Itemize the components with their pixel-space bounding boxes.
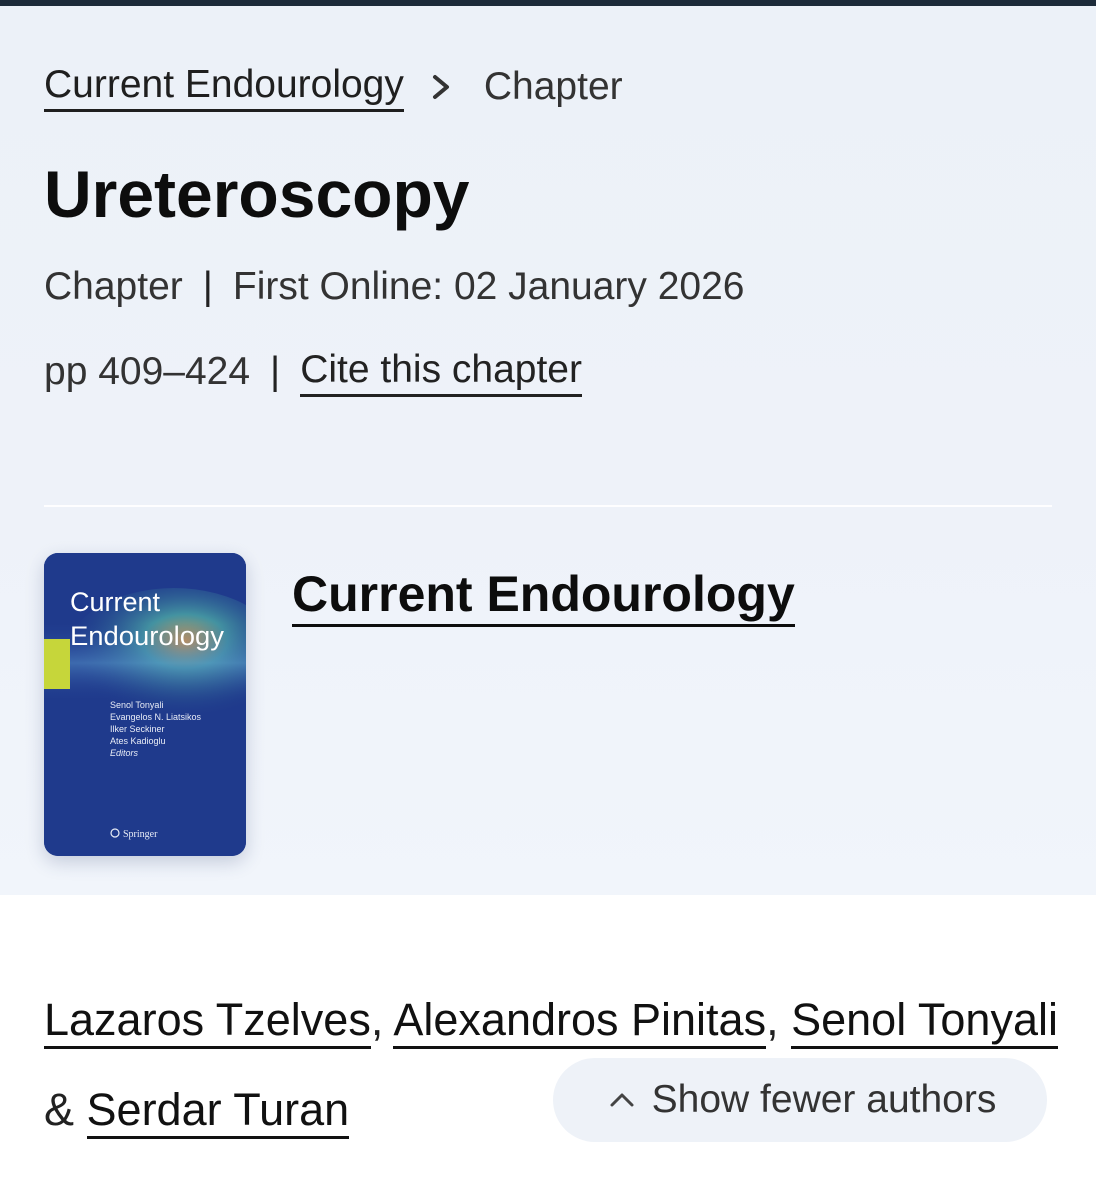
chevron-up-icon	[610, 1093, 634, 1107]
page-range: pp 409–424	[44, 350, 251, 393]
chapter-meta: Chapter | First Online: 02 January 2026	[44, 262, 745, 312]
show-fewer-authors-button[interactable]: Show fewer authors	[553, 1058, 1047, 1142]
chapter-pages-row: pp 409–424 | Cite this chapter	[44, 347, 582, 397]
book-title-link[interactable]: Current Endourology	[292, 566, 795, 627]
breadcrumb-current: Chapter	[483, 65, 623, 108]
author-comma: ,	[766, 994, 779, 1045]
cover-editor-4: Ates Kadioglu	[110, 736, 166, 746]
cite-chapter-link[interactable]: Cite this chapter	[300, 348, 582, 397]
cover-title-line2: Endourology	[70, 621, 224, 651]
author-link[interactable]: Alexandros Pinitas	[393, 994, 767, 1049]
cover-editor-2: Evangelos N. Liatsikos	[110, 712, 202, 722]
author-comma: ,	[370, 994, 384, 1045]
meta-separator: |	[202, 265, 213, 308]
cover-editor-1: Senol Tonyali	[110, 700, 163, 710]
section-divider	[44, 505, 1052, 507]
cover-editors-label: Editors	[110, 748, 139, 758]
cover-publisher: Springer	[123, 829, 158, 840]
author-link[interactable]: Senol Tonyali	[791, 994, 1058, 1049]
breadcrumb-book-link[interactable]: Current Endourology	[44, 63, 404, 112]
cover-title-line1: Current	[70, 587, 160, 617]
breadcrumb: Current Endourology Chapter	[44, 62, 623, 112]
content-type-label: Chapter	[44, 265, 183, 308]
first-online-date: First Online: 02 January 2026	[232, 265, 745, 308]
author-link[interactable]: Serdar Turan	[86, 1084, 350, 1139]
book-cover-image[interactable]: Current Endourology Senol Tonyali Evange…	[44, 553, 246, 856]
chevron-right-icon	[432, 75, 449, 99]
cover-editor-3: Ilker Seckiner	[110, 724, 165, 734]
show-fewer-authors-label: Show fewer authors	[651, 1078, 997, 1121]
page-title: Ureteroscopy	[44, 157, 470, 231]
author-ampersand: &	[44, 1084, 75, 1135]
author-link[interactable]: Lazaros Tzelves	[44, 994, 371, 1049]
meta-separator: |	[270, 350, 281, 393]
